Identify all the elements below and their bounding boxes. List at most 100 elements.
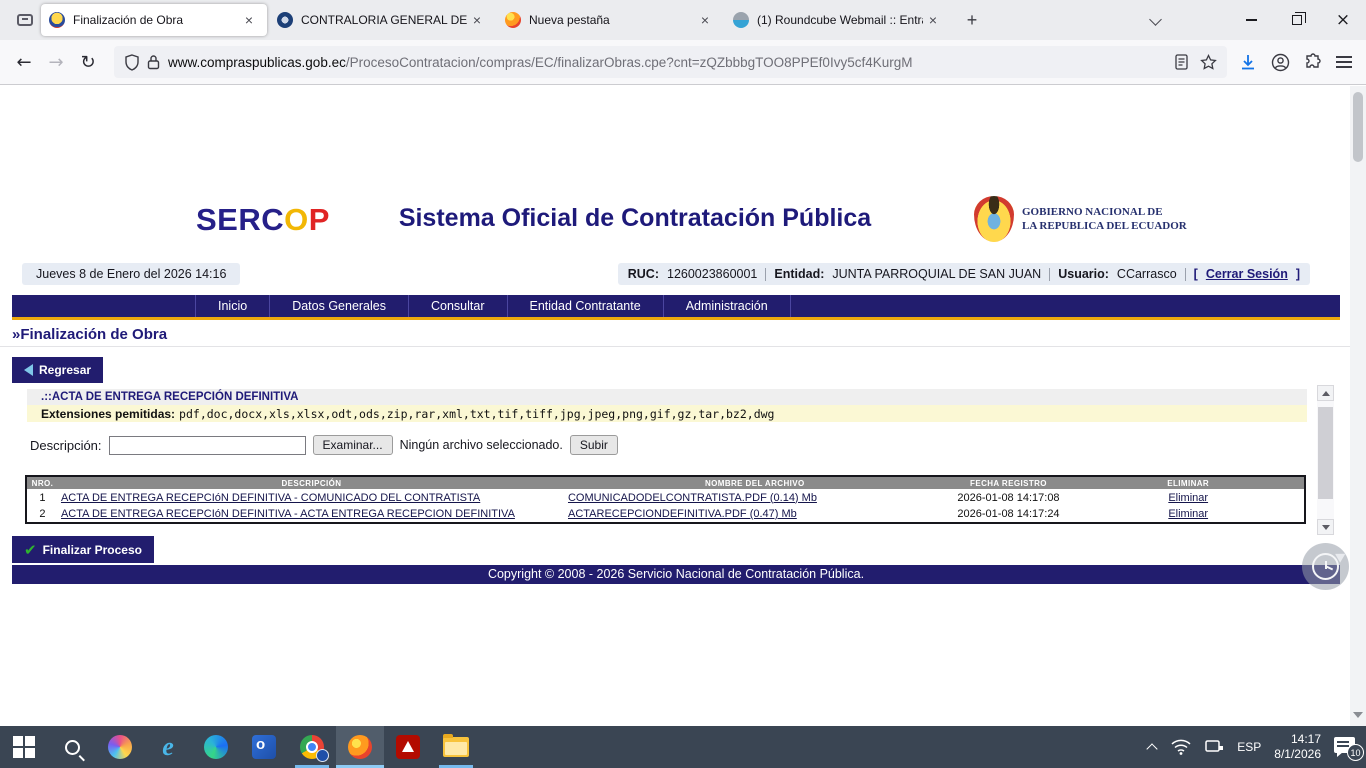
row-fecha: 2026-01-08 14:17:08 bbox=[945, 489, 1073, 506]
restore-button[interactable] bbox=[1274, 0, 1320, 40]
menu-item-entidad-contratante[interactable]: Entidad Contratante bbox=[508, 295, 664, 317]
bracket: [ bbox=[1194, 267, 1198, 281]
lock-icon[interactable] bbox=[147, 54, 160, 70]
menu-item-administracion[interactable]: Administración bbox=[664, 295, 791, 317]
close-tab-icon[interactable]: × bbox=[923, 10, 943, 30]
url-domain: www.compraspublicas.gob.ec bbox=[168, 55, 346, 70]
tray-clock[interactable]: 14:17 8/1/2026 bbox=[1274, 732, 1321, 762]
taskbar-copilot[interactable] bbox=[96, 726, 144, 768]
reader-mode-icon[interactable] bbox=[1175, 54, 1190, 70]
col-nro: NRO. bbox=[26, 476, 58, 489]
taskbar-acrobat[interactable] bbox=[384, 726, 432, 768]
bookmark-star-icon[interactable] bbox=[1200, 54, 1217, 71]
taskbar-chrome[interactable] bbox=[288, 726, 336, 768]
menu-item-inicio[interactable]: Inicio bbox=[195, 295, 270, 317]
table-row: 2 ACTA DE ENTREGA RECEPCIóN DEFINITIVA -… bbox=[26, 506, 1305, 523]
page-header-title: Sistema Oficial de Contratación Pública bbox=[380, 204, 890, 233]
notification-center-icon[interactable]: 10 bbox=[1334, 736, 1358, 758]
taskbar-outlook[interactable] bbox=[240, 726, 288, 768]
copyright-footer: Copyright © 2008 - 2026 Servicio Naciona… bbox=[12, 565, 1340, 584]
roundcube-favicon bbox=[733, 12, 749, 28]
shield-icon[interactable] bbox=[124, 54, 140, 71]
back-icon[interactable]: ← bbox=[8, 46, 40, 78]
firefox-view-icon[interactable] bbox=[10, 7, 40, 33]
edge-icon bbox=[204, 735, 228, 759]
tray-chevron-up-icon[interactable] bbox=[1148, 742, 1158, 752]
tab-nueva-pestana[interactable]: Nueva pestaña × bbox=[497, 4, 723, 36]
url-bar[interactable]: www.compraspublicas.gob.ec/ProcesoContra… bbox=[114, 46, 1227, 78]
url-text[interactable]: www.compraspublicas.gob.ec/ProcesoContra… bbox=[168, 55, 1169, 70]
notification-badge: 10 bbox=[1347, 744, 1364, 761]
description-label: Descripción: bbox=[30, 438, 102, 453]
finalizar-proceso-button[interactable]: ✔ Finalizar Proceso bbox=[12, 536, 154, 563]
window-controls: × bbox=[1150, 0, 1366, 40]
extensions-icon[interactable] bbox=[1304, 53, 1322, 71]
tab-finalizacion-de-obra[interactable]: Finalización de Obra × bbox=[41, 4, 267, 36]
close-tab-icon[interactable]: × bbox=[695, 10, 715, 30]
tab-roundcube-webmail[interactable]: (1) Roundcube Webmail :: Entra × bbox=[725, 4, 951, 36]
entity-value: JUNTA PARROQUIAL DE SAN JUAN bbox=[832, 267, 1041, 281]
taskbar-file-explorer[interactable] bbox=[432, 726, 480, 768]
upload-button[interactable]: Subir bbox=[570, 435, 618, 455]
taskbar-search-button[interactable] bbox=[48, 726, 96, 768]
taskbar-firefox[interactable] bbox=[336, 726, 384, 768]
delete-link[interactable]: Eliminar bbox=[1168, 508, 1208, 520]
regresar-button[interactable]: Regresar bbox=[12, 357, 103, 383]
browser-toolbar: ← → ↻ www.compraspublicas.gob.ec/Proceso… bbox=[0, 40, 1366, 85]
date-bar: Jueves 8 de Enero del 2026 14:16 bbox=[22, 263, 240, 285]
close-window-button[interactable]: × bbox=[1320, 0, 1366, 40]
toolbar-icons bbox=[1239, 53, 1352, 72]
file-link[interactable]: COMUNICADODELCONTRATISTA.PDF (0.14) Mb bbox=[568, 492, 817, 504]
tab-title: CONTRALORIA GENERAL DEL E bbox=[301, 13, 467, 27]
extensions-label: Extensiones pemitidas: bbox=[41, 407, 175, 421]
outlook-icon bbox=[252, 735, 276, 759]
contraloria-favicon bbox=[277, 12, 293, 28]
floating-clock-widget[interactable] bbox=[1302, 543, 1349, 590]
description-link[interactable]: ACTA DE ENTREGA RECEPCIóN DEFINITIVA - A… bbox=[61, 508, 515, 520]
tab-contraloria[interactable]: CONTRALORIA GENERAL DEL E × bbox=[269, 4, 495, 36]
page-scrollbar-thumb[interactable] bbox=[1353, 92, 1363, 162]
menu-hamburger-icon[interactable] bbox=[1336, 56, 1352, 68]
close-tab-icon[interactable]: × bbox=[467, 10, 487, 30]
description-input[interactable] bbox=[109, 436, 306, 455]
ruc-value: 1260023860001 bbox=[667, 267, 757, 281]
upload-form: Descripción: Examinar... Ningún archivo … bbox=[30, 433, 618, 457]
no-file-selected-text: Ningún archivo seleccionado. bbox=[400, 438, 563, 452]
scrollbar-down-icon[interactable] bbox=[1353, 712, 1363, 718]
menu-item-consultar[interactable]: Consultar bbox=[409, 295, 508, 317]
start-button[interactable] bbox=[0, 726, 48, 768]
account-icon[interactable] bbox=[1271, 53, 1290, 72]
file-link[interactable]: ACTARECEPCIONDEFINITIVA.PDF (0.47) Mb bbox=[568, 508, 797, 520]
language-indicator[interactable]: ESP bbox=[1237, 740, 1261, 754]
page-scrollbar[interactable] bbox=[1350, 86, 1366, 726]
copilot-icon bbox=[108, 735, 132, 759]
inner-scrollbar[interactable] bbox=[1317, 385, 1334, 535]
close-tab-icon[interactable]: × bbox=[239, 10, 259, 30]
inner-scrollbar-thumb[interactable] bbox=[1318, 407, 1333, 499]
display-icon[interactable] bbox=[1204, 739, 1224, 755]
new-tab-button[interactable]: + bbox=[958, 6, 986, 34]
ecuador-coat-of-arms-favicon bbox=[49, 12, 65, 28]
minimize-button[interactable] bbox=[1228, 0, 1274, 40]
ruc-label: RUC: bbox=[628, 267, 659, 281]
entity-label: Entidad: bbox=[774, 267, 824, 281]
browse-button[interactable]: Examinar... bbox=[313, 435, 393, 455]
wifi-icon[interactable] bbox=[1171, 739, 1191, 755]
menu-item-datos-generales[interactable]: Datos Generales bbox=[270, 295, 409, 317]
delete-link[interactable]: Eliminar bbox=[1168, 492, 1208, 504]
logout-link[interactable]: Cerrar Sesión bbox=[1206, 267, 1288, 281]
scroll-down-icon[interactable] bbox=[1317, 519, 1334, 535]
list-all-tabs-icon[interactable] bbox=[1150, 13, 1164, 27]
table-row: 1 ACTA DE ENTREGA RECEPCIóN DEFINITIVA -… bbox=[26, 489, 1305, 506]
taskbar-edge[interactable] bbox=[192, 726, 240, 768]
scroll-up-icon[interactable] bbox=[1317, 385, 1334, 401]
screen: Finalización de Obra × CONTRALORIA GENER… bbox=[0, 0, 1366, 768]
extensions-list: pdf,doc,docx,xls,xlsx,odt,ods,zip,rar,xm… bbox=[179, 407, 774, 421]
reload-icon[interactable]: ↻ bbox=[72, 46, 104, 78]
sercop-page: SERCOP Sistema Oficial de Contratación P… bbox=[0, 86, 1350, 726]
row-nro: 2 bbox=[26, 506, 58, 523]
downloads-icon[interactable] bbox=[1239, 53, 1257, 71]
gold-divider bbox=[12, 317, 1340, 320]
taskbar-internet-explorer[interactable]: e bbox=[144, 726, 192, 768]
description-link[interactable]: ACTA DE ENTREGA RECEPCIóN DEFINITIVA - C… bbox=[61, 492, 480, 504]
